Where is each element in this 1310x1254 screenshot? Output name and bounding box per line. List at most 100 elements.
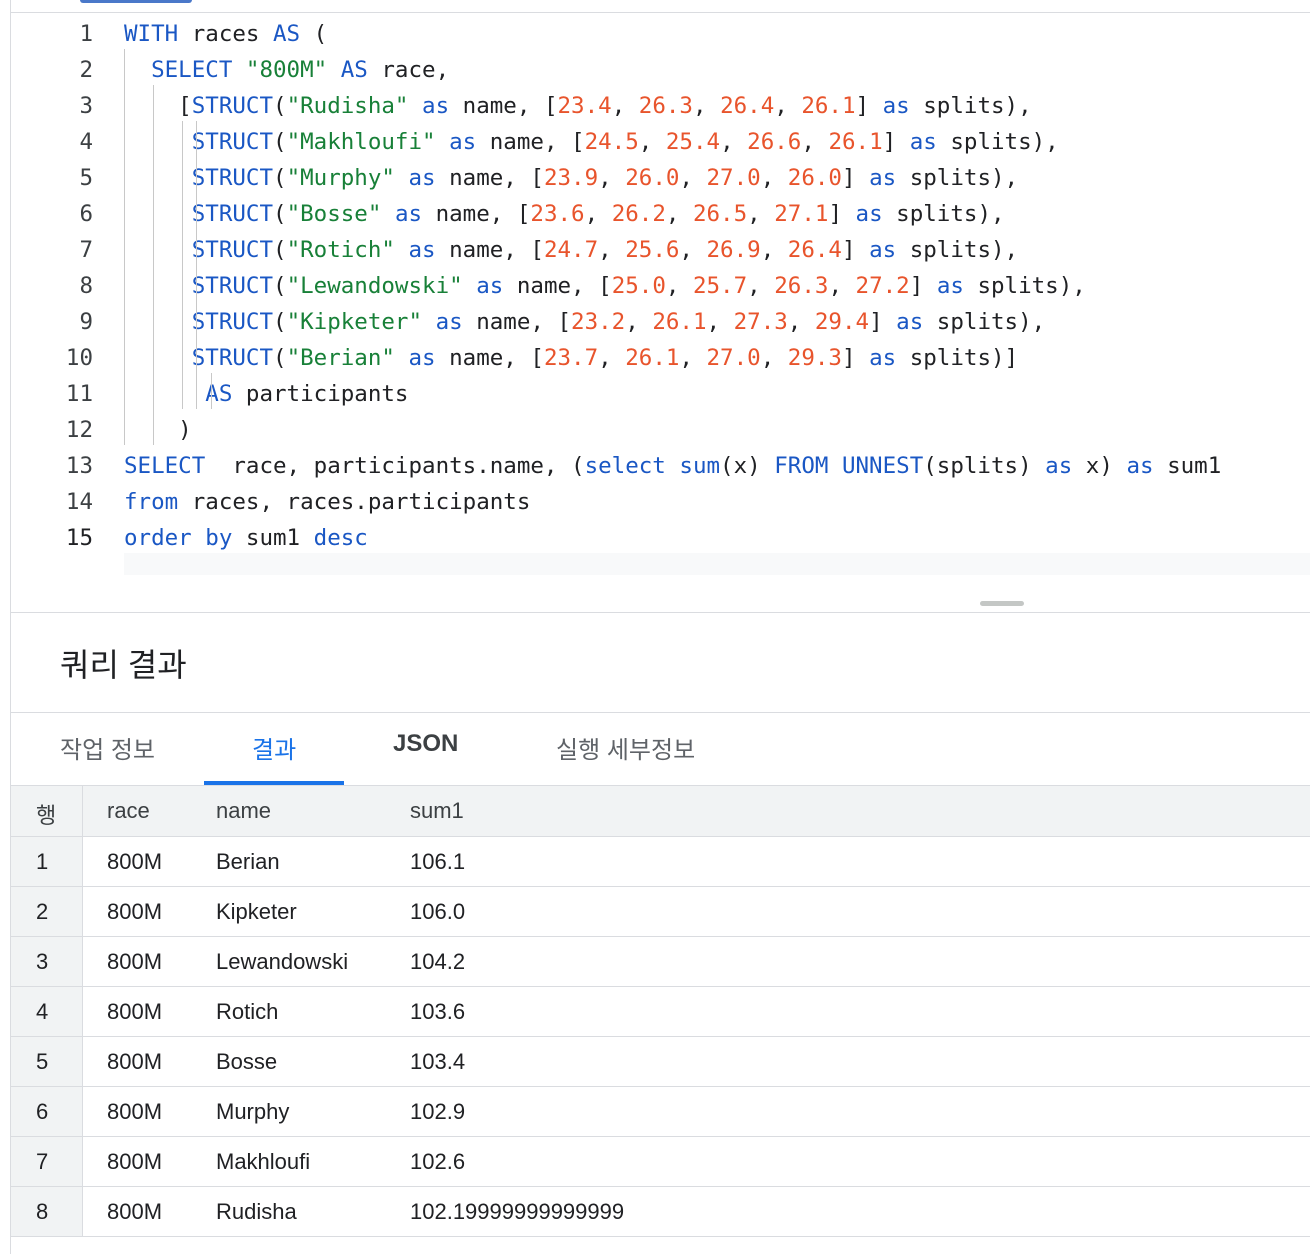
column-header-sum1[interactable]: sum1 (410, 798, 464, 824)
code-line[interactable]: 11 AS participants (11, 376, 1310, 412)
code-line[interactable]: 1 WITH races AS ( (11, 16, 1310, 52)
sql-keyword: as (855, 201, 883, 227)
code-line[interactable]: 12 ) (11, 412, 1310, 448)
race-cell[interactable]: 800M (107, 1049, 162, 1075)
race-cell[interactable]: 800M (107, 1149, 162, 1175)
line-number: 13 (65, 453, 93, 479)
line-number: 7 (79, 237, 93, 263)
code-token: ( (273, 129, 287, 155)
code-line[interactable]: 14 from races, races.participants (11, 484, 1310, 520)
code-text: SELECT race, participants.name, (select … (124, 448, 1221, 484)
number-literal: 27.3 (733, 309, 788, 335)
race-cell[interactable]: 800M (107, 1099, 162, 1125)
number-literal: 26.9 (706, 237, 761, 263)
race-cell[interactable]: 800M (107, 999, 162, 1025)
code-token: ( (273, 165, 287, 191)
name-cell[interactable]: Berian (216, 849, 280, 875)
race-cell[interactable]: 800M (107, 849, 162, 875)
code-token: , (828, 273, 856, 299)
code-line[interactable]: 15 order by sum1 desc (11, 520, 1310, 556)
column-header-row: 행 (36, 803, 57, 828)
code-token: ) (124, 417, 192, 443)
sum1-cell[interactable]: 103.6 (410, 999, 465, 1025)
sql-keyword: as (869, 345, 897, 371)
line-number: 10 (65, 345, 93, 371)
code-token: splits), (923, 309, 1046, 335)
code-line[interactable]: 9 STRUCT("Kipketer" as name, [23.2, 26.1… (11, 304, 1310, 340)
indent-guide (182, 121, 183, 409)
code-text: [STRUCT("Rudisha" as name, [23.4, 26.3, … (124, 88, 1031, 124)
code-line[interactable]: 8 STRUCT("Lewandowski" as name, [25.0, 2… (11, 268, 1310, 304)
name-cell[interactable]: Rotich (216, 999, 278, 1025)
code-token: ( (273, 273, 287, 299)
code-token: name, [ (462, 309, 572, 335)
code-token: participants (232, 381, 409, 407)
name-cell[interactable]: Kipketer (216, 899, 297, 925)
code-token: , (598, 165, 626, 191)
race-cell[interactable]: 800M (107, 1199, 162, 1225)
name-cell[interactable]: Makhloufi (216, 1149, 310, 1175)
sql-keyword: as (408, 237, 436, 263)
code-line[interactable]: 3 [STRUCT("Rudisha" as name, [23.4, 26.3… (11, 88, 1310, 124)
name-cell[interactable]: Lewandowski (216, 949, 348, 975)
code-token: ] (828, 201, 856, 227)
sum1-cell[interactable]: 102.6 (410, 1149, 465, 1175)
code-token: races (178, 21, 274, 47)
sql-keyword: as (422, 93, 450, 119)
number-literal: 26.1 (625, 345, 680, 371)
resize-handle[interactable] (980, 601, 1024, 606)
code-token: , (665, 201, 693, 227)
tab-results[interactable]: 결과 (252, 730, 296, 765)
tab-json[interactable]: JSON (393, 730, 458, 758)
race-cell[interactable]: 800M (107, 949, 162, 975)
column-header-race[interactable]: race (107, 798, 150, 824)
code-line[interactable]: 4 STRUCT("Makhloufi" as name, [24.5, 25.… (11, 124, 1310, 160)
code-line[interactable]: 5 STRUCT("Murphy" as name, [23.9, 26.0, … (11, 160, 1310, 196)
code-token: name, [ (476, 129, 585, 155)
code-line[interactable]: 7 STRUCT("Rotich" as name, [24.7, 25.6, … (11, 232, 1310, 268)
sum1-cell[interactable]: 104.2 (410, 949, 465, 975)
editor-tab-indicator[interactable] (80, 0, 192, 3)
code-token: (splits) (923, 453, 1046, 479)
name-cell[interactable]: Rudisha (216, 1199, 297, 1225)
code-line[interactable]: 6 STRUCT("Bosse" as name, [23.6, 26.2, 2… (11, 196, 1310, 232)
code-line[interactable]: 13 SELECT race, participants.name, (selec… (11, 448, 1310, 484)
line-number: 12 (65, 417, 93, 443)
string-literal: "Rotich" (286, 237, 395, 263)
code-line[interactable]: 2 SELECT "800M" AS race, (11, 52, 1310, 88)
code-line[interactable]: 10 STRUCT("Berian" as name, [23.7, 26.1,… (11, 340, 1310, 376)
code-token: ( (273, 237, 287, 263)
sql-keyword: as (394, 201, 423, 227)
sum1-cell[interactable]: 102.9 (410, 1099, 465, 1125)
name-cell[interactable]: Bosse (216, 1049, 277, 1075)
sql-editor[interactable]: 1 WITH races AS (2 SELECT "800M" AS race,… (11, 13, 1310, 575)
sum1-cell[interactable]: 106.0 (410, 899, 465, 925)
code-token: ] (841, 237, 870, 263)
code-token: , (747, 201, 775, 227)
name-cell[interactable]: Murphy (216, 1099, 289, 1125)
column-header-name[interactable]: name (216, 798, 271, 824)
code-token: name, [ (422, 201, 531, 227)
code-token: , (611, 93, 639, 119)
race-cell[interactable]: 800M (107, 899, 162, 925)
code-text: STRUCT("Rotich" as name, [24.7, 25.6, 26… (124, 232, 1018, 268)
sql-keyword: STRUCT (191, 93, 274, 119)
tab-execution-details[interactable]: 실행 세부정보 (556, 730, 695, 765)
divider (11, 612, 1310, 613)
row-number-cell: 8 (36, 1199, 49, 1224)
sum1-cell[interactable]: 106.1 (410, 849, 465, 875)
tab-job-info[interactable]: 작업 정보 (60, 730, 155, 765)
row-number-cell: 7 (36, 1149, 49, 1174)
sum1-cell[interactable]: 102.19999999999999 (410, 1199, 624, 1225)
row-divider (11, 936, 1310, 937)
sql-keyword: as (1126, 453, 1154, 479)
row-number-cell: 3 (36, 949, 49, 974)
sum1-cell[interactable]: 103.4 (410, 1049, 465, 1075)
sql-keyword: STRUCT (191, 201, 274, 227)
code-token: , (598, 237, 626, 263)
string-literal: "Kipketer" (286, 309, 423, 335)
